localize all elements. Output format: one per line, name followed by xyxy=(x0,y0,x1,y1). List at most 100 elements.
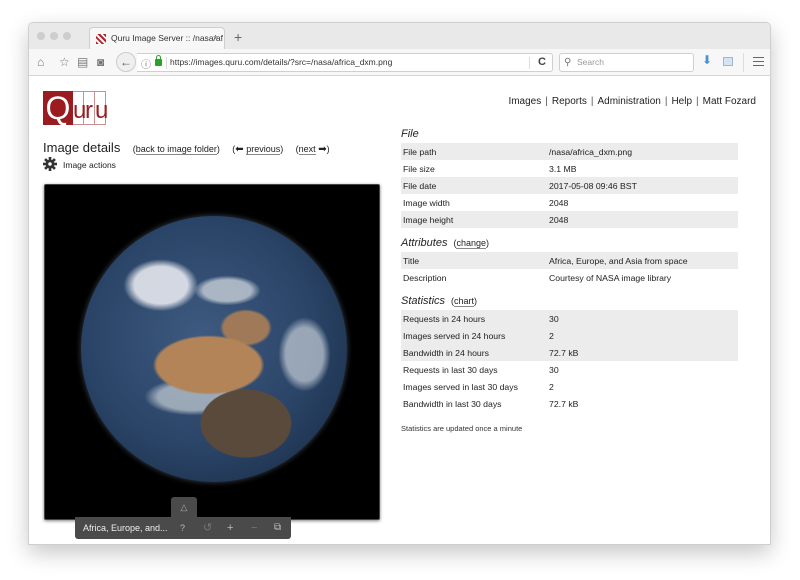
row-label: Bandwidth in last 30 days xyxy=(403,398,502,409)
maximize-window-button[interactable] xyxy=(63,32,71,40)
row-label: Images served in 24 hours xyxy=(401,327,547,344)
previous-link[interactable]: (⬅ previous) xyxy=(232,144,283,155)
row-label: Title xyxy=(401,252,547,269)
new-tab-button[interactable]: + xyxy=(234,29,242,45)
nav-separator: | xyxy=(696,96,699,107)
info-icon[interactable]: ⓘ xyxy=(141,56,151,71)
nav-administration[interactable]: Administration xyxy=(597,96,660,107)
navigation-toolbar: ⌂ ☆ ▤ ◙ ← ⓘ https://images.quru.com/deta… xyxy=(29,49,770,76)
nav-user[interactable]: Matt Fozard xyxy=(703,96,756,107)
logo-letter: u xyxy=(73,91,86,125)
change-attributes-link[interactable]: (change) xyxy=(453,238,489,249)
viewer-caption: Africa, Europe, and... xyxy=(83,523,168,533)
clipboard-icon[interactable]: ▤ xyxy=(77,54,88,70)
table-row: Requests in 24 hours 30 xyxy=(401,310,738,327)
star-icon[interactable]: ☆ xyxy=(59,54,70,70)
attributes-table: Title Africa, Europe, and Asia from space… xyxy=(401,252,738,286)
row-value: 2 xyxy=(547,327,738,344)
hamburger-menu-icon[interactable] xyxy=(753,57,764,66)
table-row: Images served in 24 hours 2 xyxy=(401,327,738,344)
earth-image xyxy=(81,216,347,482)
nav-images[interactable]: Images xyxy=(508,96,541,107)
logo-letter: Q xyxy=(43,91,73,125)
rotate-icon[interactable]: ↺ xyxy=(203,517,212,539)
nav-reports[interactable]: Reports xyxy=(552,96,587,107)
row-label: File size xyxy=(403,163,435,174)
image-viewer[interactable] xyxy=(44,184,380,520)
next-link[interactable]: (next ➡) xyxy=(296,144,330,155)
statistics-title: Statistics xyxy=(401,295,446,307)
row-value: 72.7 kB xyxy=(547,344,738,361)
table-row: Bandwidth in last 30 days 72.7 kB xyxy=(401,395,738,412)
previous-text[interactable]: previous xyxy=(246,144,281,155)
home-icon[interactable]: ⌂ xyxy=(37,54,44,70)
logo-letter: r xyxy=(84,91,95,125)
fullscreen-icon[interactable]: ⧉ xyxy=(274,517,281,539)
attributes-heading: Attributes (change) xyxy=(401,234,738,252)
search-placeholder: Search xyxy=(577,57,604,67)
table-row: File date 2017-05-08 09:46 BST xyxy=(401,177,738,194)
back-to-folder-link[interactable]: (back to image folder) xyxy=(133,144,220,155)
tab-title: Quru Image Server :: /nasa/af xyxy=(111,33,223,43)
browser-tab[interactable]: Quru Image Server :: /nasa/af × xyxy=(89,27,225,49)
viewer-toggle-button[interactable]: △ xyxy=(171,497,197,517)
nav-help[interactable]: Help xyxy=(671,96,692,107)
row-value: 30 xyxy=(547,310,738,327)
row-label: Images served in last 30 days xyxy=(403,381,518,392)
pocket-icon[interactable]: ◙ xyxy=(97,54,104,70)
chart-link-text[interactable]: chart xyxy=(454,296,475,307)
help-icon[interactable]: ? xyxy=(180,517,185,539)
table-row: File path/nasa/africa_dxm.png xyxy=(401,143,738,160)
file-heading: File xyxy=(401,128,419,140)
close-window-button[interactable] xyxy=(37,32,45,40)
zoom-in-icon[interactable]: + xyxy=(227,517,233,539)
screenshot-icon[interactable] xyxy=(723,57,733,66)
right-arrow-icon: ➡ xyxy=(318,144,327,155)
search-input[interactable]: ⚲ Search xyxy=(559,53,694,72)
row-value: 30 xyxy=(549,364,559,375)
reload-separator xyxy=(529,57,530,69)
row-value: 2048 xyxy=(547,211,738,228)
back-arrow-icon[interactable]: ← xyxy=(116,52,136,72)
statistics-table: Requests in 24 hours 30 Images served in 2… xyxy=(401,310,738,412)
close-tab-icon[interactable]: × xyxy=(213,28,218,49)
table-row: Bandwidth in 24 hours 72.7 kB xyxy=(401,344,738,361)
row-label: File path xyxy=(401,143,547,160)
url-bar[interactable]: ⓘ https://images.quru.com/details/?src=/… xyxy=(137,53,553,72)
quru-logo[interactable]: Q u r u xyxy=(43,91,108,125)
nav-separator: | xyxy=(590,96,594,107)
table-row: Requests in last 30 days 30 xyxy=(401,361,738,378)
toolbar-separator xyxy=(743,53,744,72)
back-to-folder-text[interactable]: back to image folder xyxy=(135,144,217,155)
row-value: /nasa/africa_dxm.png xyxy=(547,143,738,160)
change-link-text[interactable]: change xyxy=(456,238,486,249)
url-separator xyxy=(166,57,167,69)
table-row: Description Courtesy of NASA image librar… xyxy=(401,269,738,286)
gear-icon xyxy=(43,157,57,171)
url-text[interactable]: https://images.quru.com/details/?src=/na… xyxy=(170,57,392,67)
nav-separator: | xyxy=(664,96,668,107)
row-label: Requests in 24 hours xyxy=(401,310,547,327)
download-icon[interactable]: ⬇ xyxy=(702,53,712,67)
row-label: Description xyxy=(403,272,447,283)
row-value: 2017-05-08 09:46 BST xyxy=(547,177,738,194)
table-row: Image width 2048 xyxy=(401,194,738,211)
browser-window: Quru Image Server :: /nasa/af × + ⌂ ☆ ▤ … xyxy=(28,22,771,545)
minimize-window-button[interactable] xyxy=(50,32,58,40)
triangle-up-icon: △ xyxy=(180,502,188,512)
zoom-out-icon[interactable]: − xyxy=(251,517,257,539)
reload-icon[interactable]: C xyxy=(538,56,546,68)
image-actions-button[interactable]: Image actions xyxy=(43,157,116,173)
file-table: File path/nasa/africa_dxm.png File size 3.… xyxy=(401,143,738,228)
row-label: Bandwidth in 24 hours xyxy=(401,344,547,361)
row-label: Image width xyxy=(403,197,450,208)
table-row: File size 3.1 MB xyxy=(401,160,738,177)
row-label: Image height xyxy=(401,211,547,228)
attributes-title: Attributes xyxy=(401,237,448,249)
row-value: Courtesy of NASA image library xyxy=(549,272,672,283)
row-value: 3.1 MB xyxy=(549,163,577,174)
image-actions-label: Image actions xyxy=(63,160,116,170)
quru-favicon-icon xyxy=(96,34,106,44)
next-text[interactable]: next xyxy=(298,144,316,155)
statistics-chart-link[interactable]: (chart) xyxy=(451,296,477,307)
